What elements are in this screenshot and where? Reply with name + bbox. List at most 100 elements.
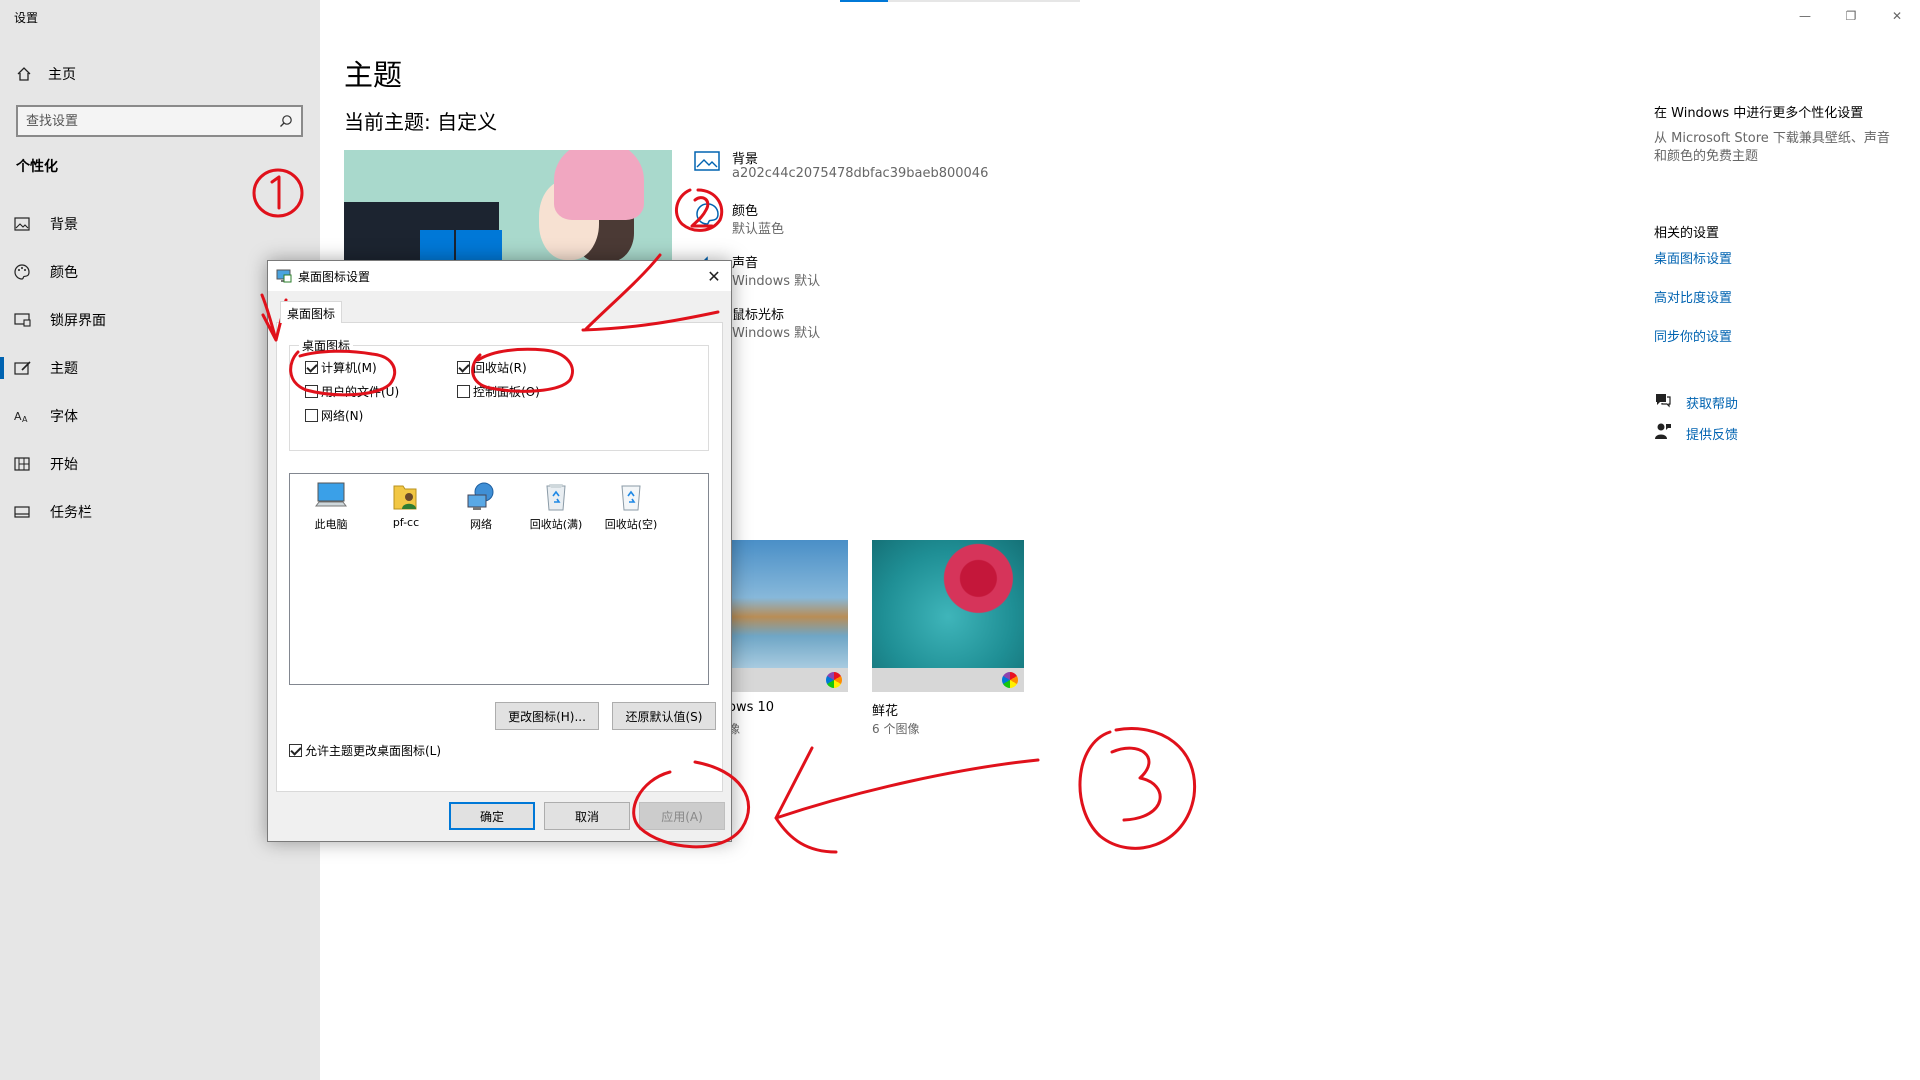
checkbox-label: 允许主题更改桌面图标(L) (305, 744, 442, 758)
dialog-title: 桌面图标设置 (298, 270, 371, 284)
dialog-panel: 桌面图标 计算机(M) 回收站(R) 用户的文件(U) 控制面板(O) 网络(N… (276, 322, 723, 792)
theme-card-flowers[interactable] (872, 540, 1024, 692)
theme-card-name: ows 10 (728, 700, 775, 715)
give-feedback-label: 提供反馈 (1686, 427, 1739, 443)
sidebar-item-background[interactable]: 背景 (0, 204, 320, 244)
get-help-label: 获取帮助 (1686, 396, 1739, 412)
option-title: 颜色 (732, 204, 759, 219)
font-icon: AA (14, 409, 36, 423)
annotation-digit-3 (1110, 746, 1162, 822)
checkbox-user-files[interactable]: 用户的文件(U) (305, 383, 399, 400)
checkbox-network[interactable]: 网络(N) (305, 407, 363, 424)
theme-card-name: 鲜花 (872, 704, 899, 719)
icon-label: 回收站(满) (529, 518, 583, 531)
icon-item-this-pc[interactable]: 此电脑 (296, 480, 366, 532)
give-feedback-link[interactable]: 提供反馈 (1654, 423, 1738, 443)
home-icon (17, 67, 31, 81)
help-chat-icon (1654, 392, 1674, 412)
close-icon: ✕ (1891, 9, 1903, 23)
checkbox-unchecked-icon[interactable] (457, 385, 470, 398)
icon-item-network[interactable]: 网络 (446, 480, 516, 532)
restore-icon: ❐ (1845, 9, 1857, 23)
icon-item-recycle-bin-empty[interactable]: 回收站(空) (596, 480, 666, 532)
icon-label: 网络 (470, 518, 492, 531)
svg-text:A: A (22, 415, 28, 423)
palette-icon (14, 264, 36, 280)
lock-screen-icon (14, 313, 36, 327)
minimize-button[interactable]: — (1782, 0, 1828, 32)
restore-default-button[interactable]: 还原默认值(S) (612, 702, 716, 730)
change-icon-button[interactable]: 更改图标(H)... (495, 702, 599, 730)
checkbox-checked-icon[interactable] (305, 361, 318, 374)
theme-card-count: 6 个图像 (872, 722, 920, 736)
option-title: 鼠标光标 (732, 308, 785, 323)
sidebar-item-label: 任务栏 (50, 505, 92, 521)
section-title: 个性化 (16, 159, 58, 175)
dialog-titlebar[interactable]: 桌面图标设置 ✕ (268, 261, 731, 291)
link-desktop-icon-settings[interactable]: 桌面图标设置 (1654, 248, 1732, 267)
checkbox-unchecked-icon[interactable] (305, 409, 318, 422)
option-subtitle: Windows 默认 (732, 326, 821, 341)
recycle-bin-full-icon (539, 480, 573, 512)
icon-item-user-folder[interactable]: pf-cc (371, 480, 441, 529)
checkbox-unchecked-icon[interactable] (305, 385, 318, 398)
get-help-link[interactable]: 获取帮助 (1654, 392, 1738, 412)
related-settings-title: 相关的设置 (1654, 226, 1720, 241)
annotation-circle-3 (1078, 727, 1197, 850)
option-title: 声音 (732, 256, 759, 271)
top-indicator (840, 0, 1080, 2)
page-title: 主题 (344, 58, 403, 92)
taskbar-icon (14, 506, 36, 518)
desktop-settings-icon (276, 269, 292, 283)
search-icon[interactable] (279, 114, 293, 128)
feedback-person-icon (1654, 422, 1674, 444)
checkbox-label: 回收站(R) (473, 361, 527, 375)
desktop-icon-list[interactable]: 此电脑 pf-cc 网络 回收站(满) 回收站(空) (289, 473, 709, 685)
restore-button[interactable]: ❐ (1828, 0, 1874, 32)
sidebar-item-label: 开始 (50, 457, 78, 473)
checkbox-label: 网络(N) (321, 409, 364, 423)
icon-label: 回收站(空) (604, 518, 658, 531)
close-button[interactable]: ✕ (1874, 0, 1920, 32)
checkbox-checked-icon[interactable] (289, 744, 302, 757)
color-wheel-icon (826, 672, 842, 688)
sidebar-item-label: 字体 (50, 409, 78, 425)
link-high-contrast-settings[interactable]: 高对比度设置 (1654, 287, 1732, 306)
sidebar-item-label: 颜色 (50, 265, 78, 281)
cancel-button[interactable]: 取消 (544, 802, 630, 830)
checkbox-label: 计算机(M) (321, 361, 377, 375)
checkbox-allow-themes[interactable]: 允许主题更改桌面图标(L) (289, 742, 441, 759)
search-input[interactable] (26, 111, 266, 131)
checkbox-recycle-bin[interactable]: 回收站(R) (457, 359, 527, 376)
sidebar-item-label: 主题 (50, 361, 78, 377)
desktop-icon-settings-dialog: 桌面图标设置 ✕ 桌面图标 桌面图标 计算机(M) 回收站(R) 用户的文件(U… (267, 260, 732, 842)
checkbox-control-panel[interactable]: 控制面板(O) (457, 383, 540, 400)
picture-icon (14, 217, 36, 231)
nav-home[interactable]: 主页 (16, 62, 76, 86)
option-subtitle: a202c44c2075478dbfac39baeb800046 (732, 166, 989, 181)
this-pc-icon (314, 480, 348, 512)
ok-button[interactable]: 确定 (449, 802, 535, 830)
start-icon (14, 457, 36, 471)
icon-label: 此电脑 (314, 518, 348, 531)
apply-button[interactable]: 应用(A) (639, 802, 725, 830)
user-folder-icon (389, 480, 423, 512)
app-title: 设置 (14, 11, 39, 25)
checkbox-label: 用户的文件(U) (321, 385, 400, 399)
link-sync-settings[interactable]: 同步你的设置 (1654, 326, 1732, 345)
picture-icon (694, 150, 720, 176)
group-label: 桌面图标 (299, 337, 354, 354)
checkbox-computer[interactable]: 计算机(M) (305, 359, 377, 376)
minimize-icon: — (1799, 9, 1811, 23)
nav-home-label: 主页 (48, 67, 76, 83)
color-wheel-icon (1002, 672, 1018, 688)
search-box[interactable] (16, 105, 303, 137)
checkbox-checked-icon[interactable] (457, 361, 470, 374)
palette-icon (694, 202, 720, 230)
tab-desktop-icons[interactable]: 桌面图标 (280, 301, 343, 323)
brush-icon (14, 360, 36, 376)
dialog-close-icon[interactable]: ✕ (703, 265, 725, 287)
svg-text:A: A (14, 410, 22, 423)
sidebar-item-label: 锁屏界面 (50, 313, 106, 329)
icon-item-recycle-bin-full[interactable]: 回收站(满) (521, 480, 591, 532)
